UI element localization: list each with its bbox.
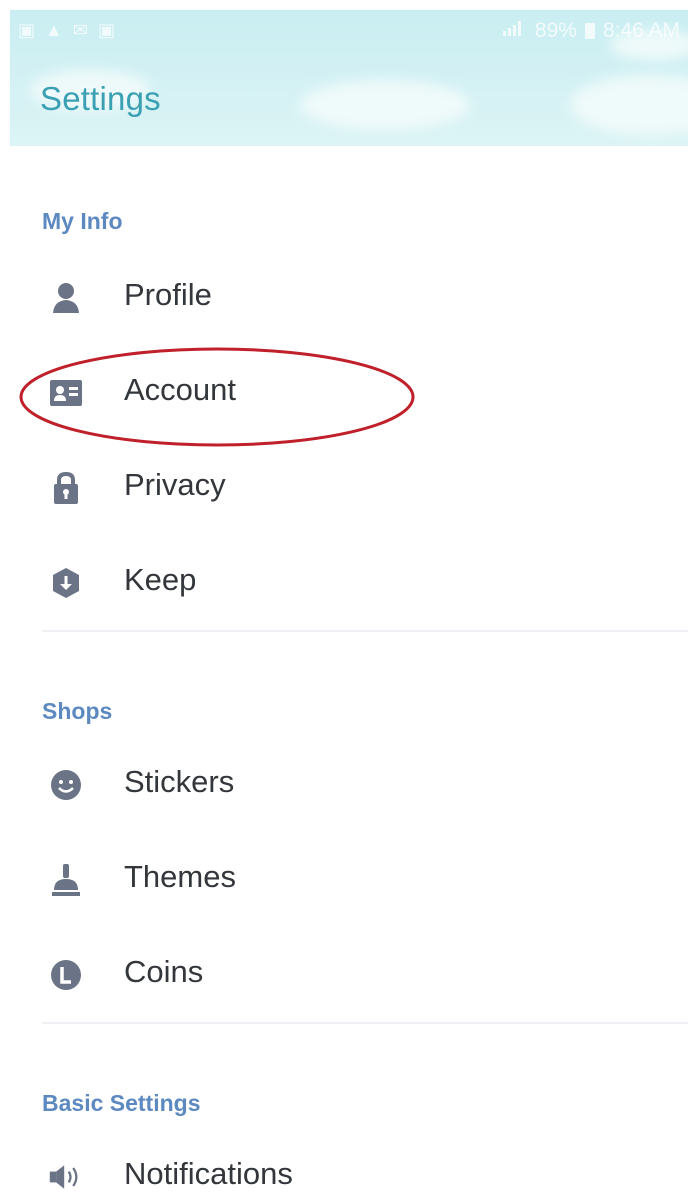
- clock: 8:46 AM: [602, 19, 680, 42]
- header-bar: ▣ ▲ ✉ ▣ 89% 8:46 AM Settings: [10, 10, 688, 146]
- menu-item-coins[interactable]: Coins: [0, 935, 688, 1015]
- section-divider: [42, 1022, 688, 1024]
- paint-brush-icon: [48, 862, 84, 898]
- signal-icon: [501, 19, 527, 43]
- notification-icons: ▣ ▲ ✉ ▣: [18, 20, 115, 41]
- menu-item-keep[interactable]: Keep: [0, 543, 688, 623]
- cloud-decoration: [570, 75, 688, 135]
- menu-item-label: Notifications: [124, 1156, 293, 1191]
- menu-item-notifications[interactable]: Notifications: [0, 1137, 688, 1194]
- menu-item-label: Themes: [124, 859, 236, 894]
- menu-item-label: Privacy: [124, 467, 226, 502]
- section-divider: [42, 630, 688, 632]
- message-icon: ✉: [72, 20, 88, 40]
- menu-item-privacy[interactable]: Privacy: [0, 448, 688, 528]
- menu-item-label: Stickers: [124, 764, 235, 799]
- menu-item-themes[interactable]: Themes: [0, 840, 688, 920]
- person-icon: [48, 280, 84, 316]
- screenshot-icon: ▣: [18, 20, 36, 40]
- menu-item-label: Keep: [124, 562, 197, 597]
- cloud-decoration: [300, 80, 470, 130]
- image-icon: ▣: [97, 20, 115, 40]
- menu-item-account[interactable]: Account: [0, 353, 688, 433]
- menu-item-label: Coins: [124, 954, 204, 989]
- keep-download-icon: [48, 565, 84, 601]
- menu-item-profile[interactable]: Profile: [0, 258, 688, 338]
- settings-screen: ▣ ▲ ✉ ▣ 89% 8:46 AM Settings My Info Pro…: [0, 0, 688, 1194]
- coin-icon: [48, 957, 84, 993]
- section-header-basic-settings: Basic Settings: [42, 1090, 201, 1116]
- system-status: 89% 8:46 AM: [501, 19, 680, 43]
- id-card-icon: [48, 375, 84, 411]
- menu-item-label: Account: [124, 372, 237, 407]
- menu-item-stickers[interactable]: Stickers: [0, 745, 688, 825]
- lock-icon: [48, 470, 84, 506]
- section-header-shops: Shops: [42, 698, 113, 724]
- section-header-my-info: My Info: [42, 208, 123, 234]
- page-title: Settings: [40, 80, 161, 117]
- menu-item-label: Profile: [124, 277, 212, 312]
- speaker-icon: [48, 1159, 84, 1194]
- warning-icon: ▲: [45, 20, 63, 40]
- smiley-icon: [48, 767, 84, 803]
- battery-percent: 89%: [534, 19, 577, 42]
- battery-icon: [584, 23, 595, 39]
- status-bar: ▣ ▲ ✉ ▣ 89% 8:46 AM: [10, 10, 688, 52]
